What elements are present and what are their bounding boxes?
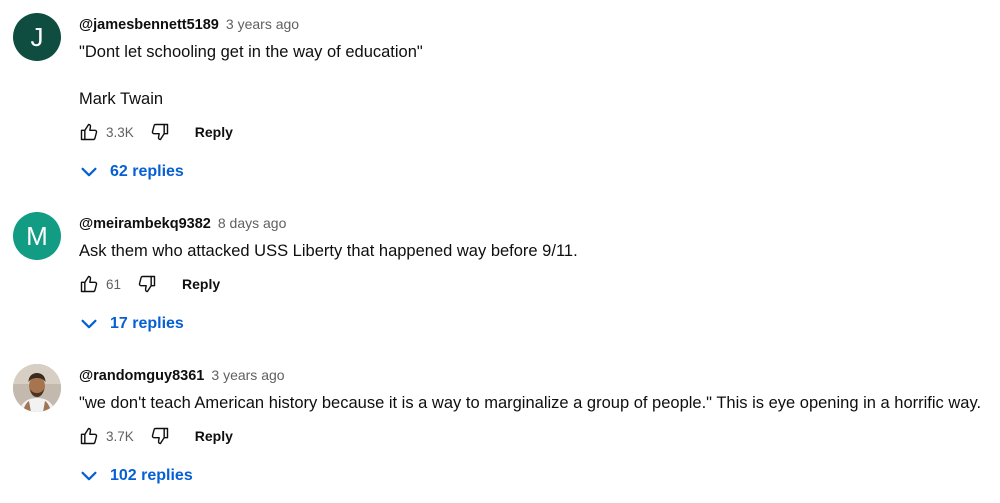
reply-button[interactable]: Reply bbox=[182, 276, 220, 292]
comment-header: @jamesbennett5189 3 years ago bbox=[79, 16, 299, 33]
like-count: 3.7K bbox=[106, 428, 134, 444]
reply-button[interactable]: Reply bbox=[195, 124, 233, 140]
comment-thread: M @meirambekq9382 8 days ago Ask them wh… bbox=[0, 199, 1000, 351]
comment-thread: @randomguy8361 3 years ago "we don't tea… bbox=[0, 351, 1000, 503]
avatar[interactable] bbox=[13, 364, 61, 412]
comment-actions: 3.7K Reply bbox=[72, 418, 233, 454]
dislike-button[interactable] bbox=[130, 267, 164, 301]
comment-timestamp[interactable]: 3 years ago bbox=[211, 367, 284, 383]
replies-count-label: 62 replies bbox=[110, 163, 184, 180]
user-photo-icon bbox=[13, 364, 61, 412]
comment-actions: 61 Reply bbox=[72, 266, 220, 302]
replies-count-label: 17 replies bbox=[110, 315, 184, 332]
chevron-down-icon bbox=[81, 471, 97, 481]
comment-text: "we don't teach American history because… bbox=[79, 392, 981, 415]
view-replies-button[interactable]: 62 replies bbox=[78, 154, 184, 190]
view-replies-button[interactable]: 102 replies bbox=[78, 458, 193, 494]
comment-line: Mark Twain bbox=[79, 90, 164, 108]
author-name[interactable]: @jamesbennett5189 bbox=[79, 17, 219, 33]
comment-thread: J @jamesbennett5189 3 years ago "Dont le… bbox=[0, 0, 1000, 180]
comment-timestamp[interactable]: 8 days ago bbox=[218, 215, 287, 231]
reply-button[interactable]: Reply bbox=[195, 428, 233, 444]
comment-actions: 3.3K Reply bbox=[72, 114, 233, 150]
like-count: 61 bbox=[106, 276, 122, 292]
comment-line: "we don't teach American history because… bbox=[79, 394, 982, 412]
comment-line: "Dont let schooling get in the way of ed… bbox=[79, 43, 423, 61]
like-button[interactable] bbox=[72, 115, 106, 149]
like-count: 3.3K bbox=[106, 124, 134, 140]
dislike-icon bbox=[151, 123, 168, 141]
chevron-down-icon bbox=[81, 167, 97, 177]
author-name[interactable]: @randomguy8361 bbox=[79, 368, 204, 384]
like-icon bbox=[80, 123, 98, 141]
comment-line: Ask them who attacked USS Liberty that h… bbox=[79, 242, 578, 260]
replies-count-label: 102 replies bbox=[110, 467, 193, 484]
like-icon bbox=[80, 275, 98, 293]
dislike-button[interactable] bbox=[143, 419, 177, 453]
author-name[interactable]: @meirambekq9382 bbox=[79, 216, 211, 232]
comment-timestamp[interactable]: 3 years ago bbox=[226, 16, 299, 32]
avatar[interactable]: M bbox=[13, 212, 61, 260]
comment-header: @meirambekq9382 8 days ago bbox=[79, 215, 286, 232]
like-button[interactable] bbox=[72, 419, 106, 453]
comment-header: @randomguy8361 3 years ago bbox=[79, 367, 285, 384]
dislike-button[interactable] bbox=[143, 115, 177, 149]
comment-text: Ask them who attacked USS Liberty that h… bbox=[79, 240, 578, 263]
dislike-icon bbox=[151, 427, 168, 445]
chevron-down-icon bbox=[81, 319, 97, 329]
view-replies-button[interactable]: 17 replies bbox=[78, 306, 184, 342]
dislike-icon bbox=[138, 275, 156, 293]
comment-text: "Dont let schooling get in the way of ed… bbox=[79, 41, 423, 111]
avatar[interactable]: J bbox=[13, 13, 61, 61]
like-button[interactable] bbox=[72, 267, 106, 301]
like-icon bbox=[80, 427, 98, 445]
